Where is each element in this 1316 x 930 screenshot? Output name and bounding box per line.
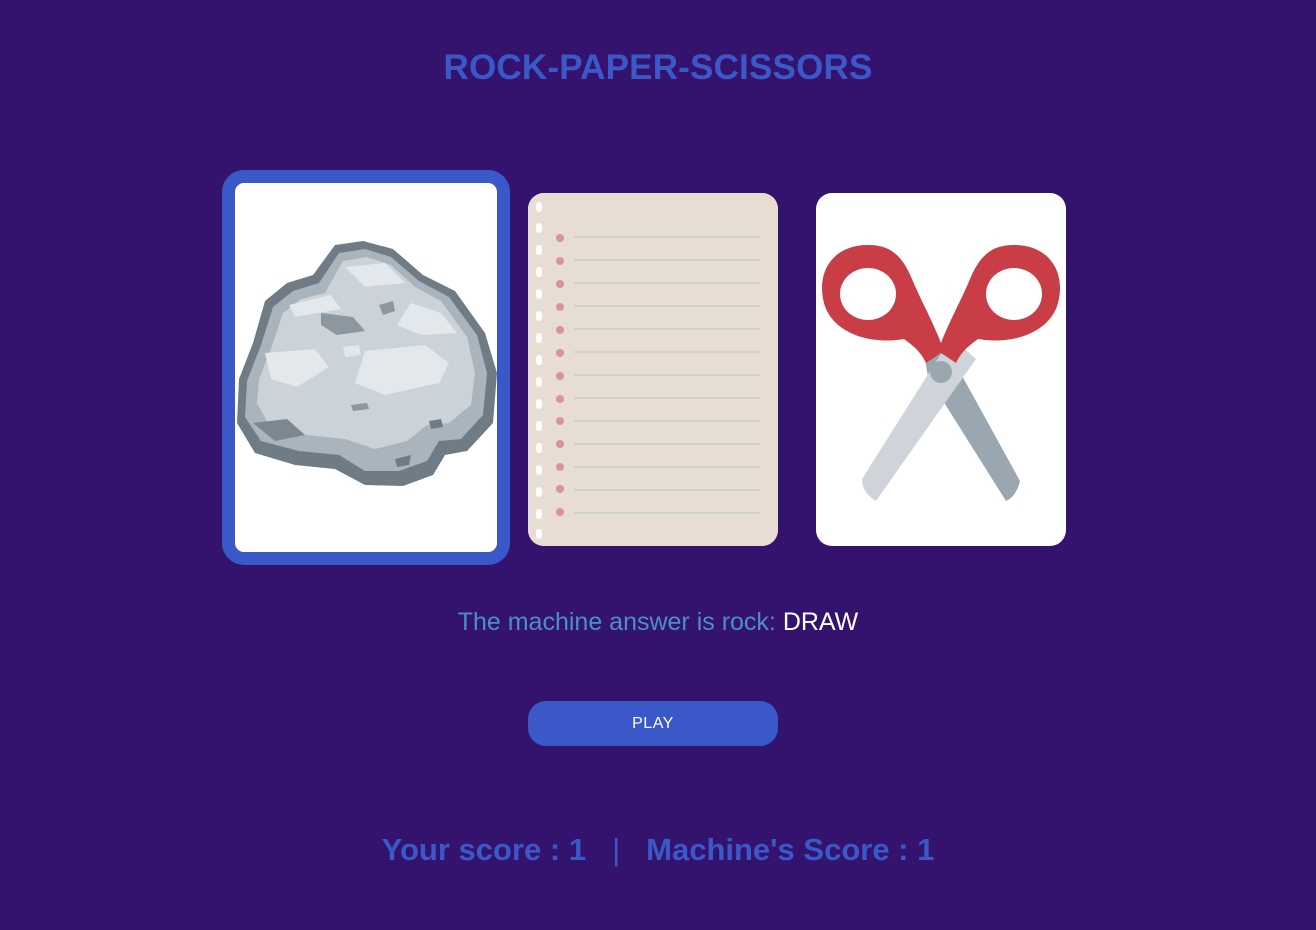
player-score-value: 1 — [568, 832, 587, 867]
machine-score-value: 1 — [917, 832, 935, 867]
game-page: ROCK-PAPER-SCISSORS The machine answer i… — [0, 0, 1316, 930]
score-separator: | — [612, 832, 621, 867]
scissors-card[interactable] — [816, 193, 1066, 546]
paper-card[interactable] — [528, 193, 778, 546]
scissors-icon — [821, 245, 1061, 501]
machine-score-label: Machine's Score : — [646, 832, 918, 867]
result-message: The machine answer is rock: DRAW — [0, 608, 1316, 637]
page-title: ROCK-PAPER-SCISSORS — [443, 48, 873, 87]
rock-card[interactable] — [222, 170, 510, 565]
result-prefix: The machine answer is rock: — [457, 608, 783, 636]
scoreboard: Your score : 1 | Machine's Score : 1 — [0, 832, 1316, 868]
player-score-label: Your score : — [381, 832, 569, 867]
result-verdict: DRAW — [782, 608, 859, 636]
rock-icon — [237, 241, 497, 486]
play-button[interactable]: PLAY — [528, 701, 778, 746]
notebook-paper-icon — [528, 193, 778, 546]
